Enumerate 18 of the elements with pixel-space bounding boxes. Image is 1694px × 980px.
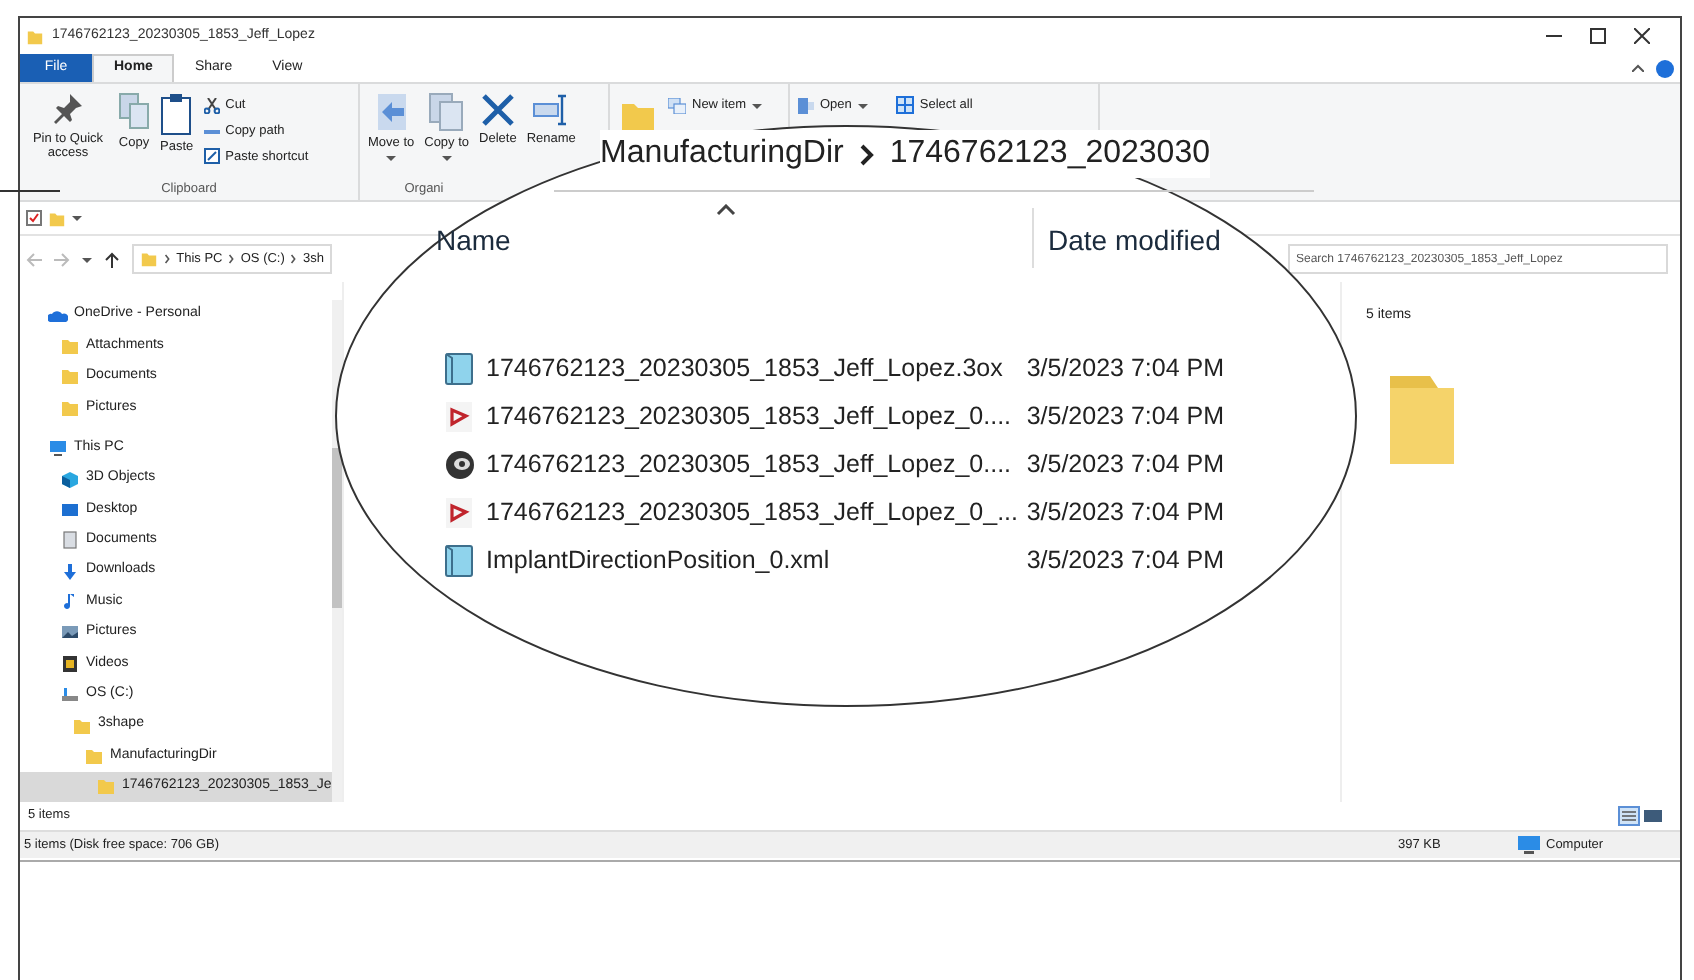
date-modified: 3/5/2023 7:04 PM: [1026, 447, 1224, 482]
file-name: 1746762123_20230305_1853_Jeff_Lopez_0....: [486, 447, 1014, 482]
file-row[interactable]: 1746762123_20230305_1853_Jeff_Lopez.3ox 3/5/2023 7:04 PM: [444, 344, 1224, 392]
file-row[interactable]: 1746762123_20230305_1853_Jeff_Lopez_0_... 3/5/2023 7:04 PM: [444, 488, 1224, 536]
file-row[interactable]: 1746762123_20230305_1853_Jeff_Lopez_0.... 3/5/2023 7:04 PM: [444, 392, 1224, 440]
file-row[interactable]: 1746762123_20230305_1853_Jeff_Lopez_0.... 3/5/2023 7:04 PM: [444, 440, 1224, 488]
column-header[interactable]: Name: [436, 220, 511, 262]
breadcrumb[interactable]: 1746762123_2023030: [889, 130, 1210, 178]
file-name: 1746762123_20230305_1853_Jeff_Lopez_0....: [486, 399, 1014, 434]
date-modified: 3/5/2023 7:04 PM: [1026, 399, 1224, 434]
date-modified: 3/5/2023 7:04 PM: [1026, 543, 1224, 578]
date-modified: 3/5/2023 7:04 PM: [1026, 351, 1224, 386]
column-header[interactable]: Date modified: [1048, 220, 1221, 262]
file-name: 1746762123_20230305_1853_Jeff_Lopez.3ox: [486, 351, 1005, 386]
file-row[interactable]: ImplantDirectionPosition_0.xml 3/5/2023 7:04 PM: [444, 536, 1224, 584]
file-name: ImplantDirectionPosition_0.xml: [486, 543, 832, 578]
date-modified: 3/5/2023 7:04 PM: [1026, 495, 1224, 530]
file-name: 1746762123_20230305_1853_Jeff_Lopez_0_...: [486, 495, 1021, 530]
